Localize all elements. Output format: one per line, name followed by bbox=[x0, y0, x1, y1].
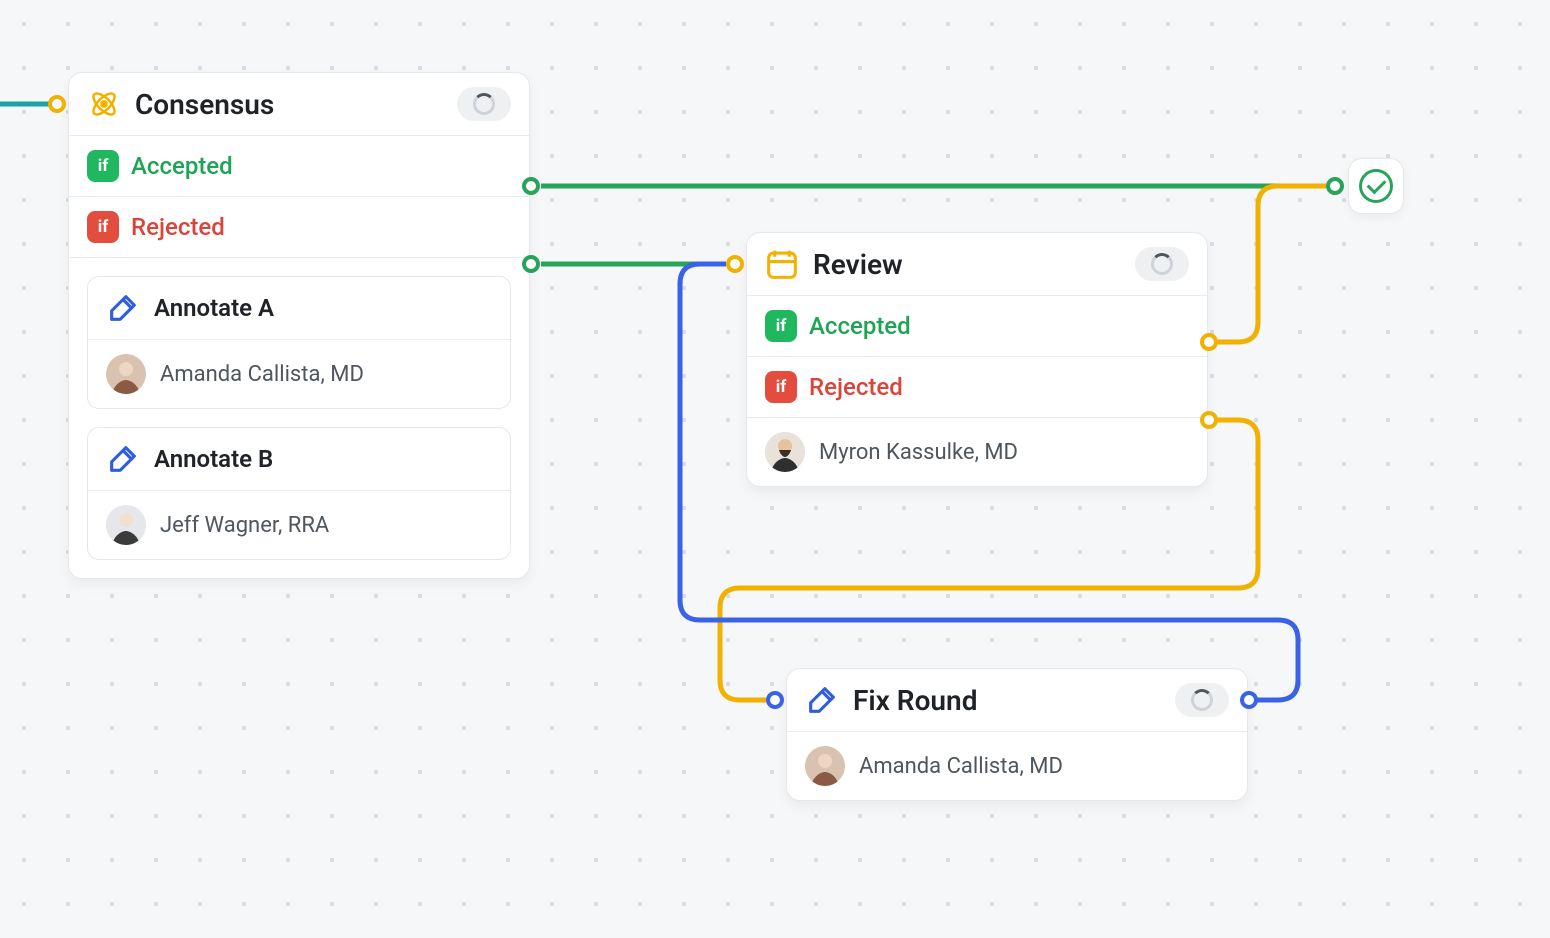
review-header: Review bbox=[747, 233, 1207, 295]
pen-icon bbox=[805, 683, 839, 717]
atom-icon bbox=[87, 87, 121, 121]
spinner-icon bbox=[1191, 689, 1213, 711]
assignee-name: Jeff Wagner, RRA bbox=[160, 513, 329, 538]
consensus-card[interactable]: Consensus if Accepted if Rejected Annota… bbox=[68, 72, 530, 579]
end-node[interactable] bbox=[1348, 158, 1404, 214]
calendar-icon bbox=[765, 247, 799, 281]
pen-icon bbox=[106, 291, 140, 325]
spinner-pill bbox=[1135, 247, 1189, 281]
assignee-name: Amanda Callista, MD bbox=[859, 754, 1063, 779]
avatar bbox=[765, 432, 805, 472]
fixround-header: Fix Round bbox=[787, 669, 1247, 731]
review-input-port[interactable] bbox=[726, 255, 744, 273]
annotate-a-header: Annotate A bbox=[88, 277, 510, 339]
review-accepted-row[interactable]: if Accepted bbox=[747, 296, 1207, 356]
pen-icon bbox=[106, 442, 140, 476]
avatar bbox=[805, 746, 845, 786]
fixround-output-port[interactable] bbox=[1240, 691, 1258, 709]
consensus-rejected-port[interactable] bbox=[522, 255, 540, 273]
end-input-port[interactable] bbox=[1326, 177, 1344, 195]
if-badge: if bbox=[87, 211, 119, 243]
consensus-subcards: Annotate A Amanda Callista, MD Annotate … bbox=[69, 258, 529, 578]
assignee-name: Amanda Callista, MD bbox=[160, 362, 364, 387]
consensus-accepted-row[interactable]: if Accepted bbox=[69, 136, 529, 196]
fixround-card[interactable]: Fix Round Amanda Callista, MD bbox=[786, 668, 1248, 801]
review-rejected-row[interactable]: if Rejected bbox=[747, 357, 1207, 417]
review-rejected-port[interactable] bbox=[1200, 411, 1218, 429]
rejected-label: Rejected bbox=[131, 213, 225, 241]
consensus-title: Consensus bbox=[135, 88, 457, 121]
avatar bbox=[106, 505, 146, 545]
checkmark-icon bbox=[1359, 169, 1393, 203]
consensus-header: Consensus bbox=[69, 73, 529, 135]
fixround-assignee[interactable]: Amanda Callista, MD bbox=[787, 732, 1247, 800]
fixround-title: Fix Round bbox=[853, 684, 1175, 717]
spinner-icon bbox=[1151, 253, 1173, 275]
review-card[interactable]: Review if Accepted if Rejected Myron Kas… bbox=[746, 232, 1208, 487]
spinner-icon bbox=[473, 93, 495, 115]
if-badge: if bbox=[765, 310, 797, 342]
rejected-label: Rejected bbox=[809, 373, 903, 401]
accepted-label: Accepted bbox=[131, 152, 233, 180]
review-title: Review bbox=[813, 248, 1135, 281]
consensus-accepted-port[interactable] bbox=[522, 177, 540, 195]
if-badge: if bbox=[87, 150, 119, 182]
annotate-a-assignee[interactable]: Amanda Callista, MD bbox=[88, 340, 510, 408]
annotate-b-title: Annotate B bbox=[154, 445, 273, 473]
annotate-b-assignee[interactable]: Jeff Wagner, RRA bbox=[88, 491, 510, 559]
accepted-label: Accepted bbox=[809, 312, 911, 340]
consensus-rejected-row[interactable]: if Rejected bbox=[69, 197, 529, 257]
annotate-b-card[interactable]: Annotate B Jeff Wagner, RRA bbox=[87, 427, 511, 560]
review-accepted-port[interactable] bbox=[1200, 333, 1218, 351]
assignee-name: Myron Kassulke, MD bbox=[819, 440, 1018, 465]
if-badge: if bbox=[765, 371, 797, 403]
fixround-input-port[interactable] bbox=[766, 691, 784, 709]
consensus-input-port[interactable] bbox=[48, 95, 66, 113]
spinner-pill bbox=[457, 87, 511, 121]
annotate-b-header: Annotate B bbox=[88, 428, 510, 490]
avatar bbox=[106, 354, 146, 394]
review-assignee[interactable]: Myron Kassulke, MD bbox=[747, 418, 1207, 486]
spinner-pill bbox=[1175, 683, 1229, 717]
annotate-a-title: Annotate A bbox=[154, 294, 274, 322]
annotate-a-card[interactable]: Annotate A Amanda Callista, MD bbox=[87, 276, 511, 409]
